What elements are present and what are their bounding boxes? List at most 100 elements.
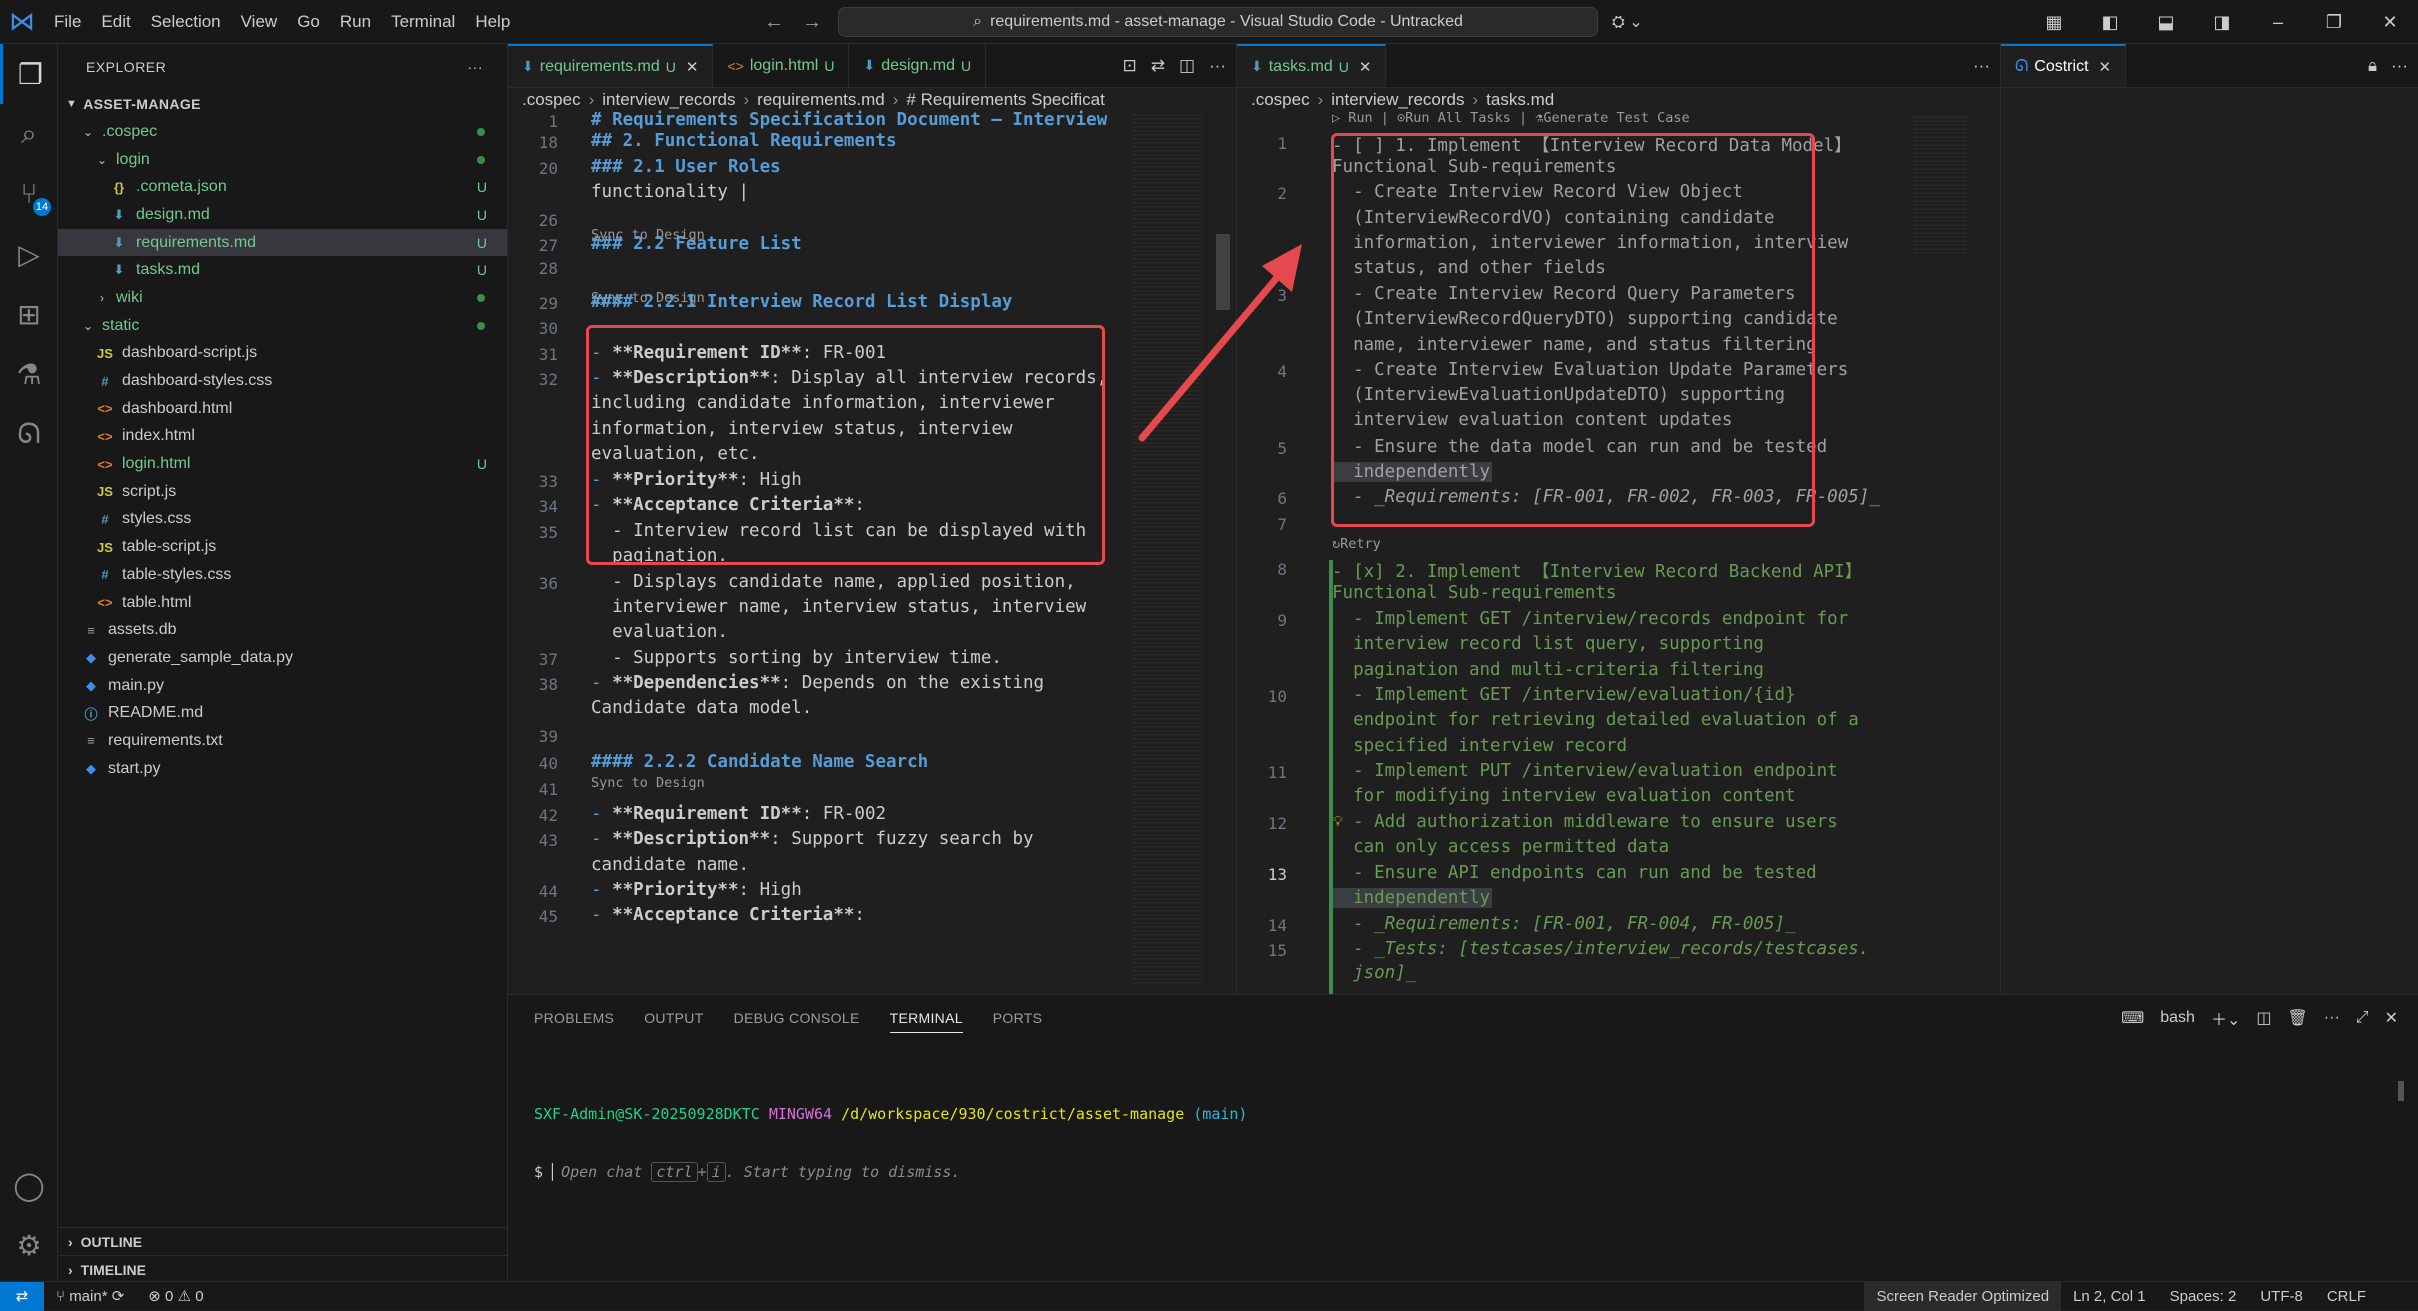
testing-icon[interactable]: ⚗ xyxy=(0,344,58,404)
outline-section[interactable]: › OUTLINE xyxy=(58,1227,508,1255)
source-control-icon[interactable]: ⑂ 14 xyxy=(0,164,58,224)
tree-item-static[interactable]: ⌄ static xyxy=(58,312,507,340)
menu-selection[interactable]: Selection xyxy=(141,0,231,44)
tasks-editor[interactable]: 1 - [ ] 1. Implement 【Interview Record Da… xyxy=(1237,110,2000,1000)
new-terminal-icon[interactable]: ＋⌄ xyxy=(2211,1006,2240,1030)
costrict-icon[interactable]: ᘏ xyxy=(0,404,58,464)
close-icon[interactable]: ✕ xyxy=(2099,58,2112,76)
tree-item-start-py[interactable]: ◆ start.py xyxy=(58,755,507,783)
breadcrumb-item[interactable]: .cospec xyxy=(522,90,581,110)
screen-reader-status[interactable]: Screen Reader Optimized xyxy=(1864,1281,2062,1311)
tree-item-dashboard-styles-css[interactable]: # dashboard-styles.css xyxy=(58,367,507,395)
toggle-panel-icon[interactable]: ⬓ xyxy=(2138,12,2194,33)
codelens-action[interactable]: ⊙Run All Tasks xyxy=(1397,110,1511,126)
close-window-icon[interactable]: ✕ xyxy=(2362,12,2418,33)
tree-item-script-js[interactable]: JS script.js xyxy=(58,478,507,506)
tree-item-tasks-md[interactable]: ⬇ tasks.md U xyxy=(58,256,507,284)
lock-icon[interactable]: 🔒︎ xyxy=(2368,56,2377,76)
remote-icon[interactable]: ⇄ xyxy=(0,1281,44,1311)
tab-terminal[interactable]: TERMINAL xyxy=(889,1004,963,1033)
extensions-icon[interactable]: ⊞ xyxy=(0,284,58,344)
cursor-position[interactable]: Ln 2, Col 1 xyxy=(2061,1288,2158,1305)
close-icon[interactable]: ✕ xyxy=(1359,58,1372,76)
explorer-icon[interactable]: ❐ xyxy=(0,44,58,104)
search-icon[interactable]: ⌕ xyxy=(0,104,58,164)
timeline-section[interactable]: › TIMELINE xyxy=(58,1255,508,1283)
tab-ports[interactable]: PORTS xyxy=(993,1004,1042,1032)
breadcrumb-item[interactable]: interview_records xyxy=(602,90,735,110)
tab-design-md[interactable]: ⬇ design.md U xyxy=(849,44,987,87)
forward-arrow-icon[interactable]: → xyxy=(802,11,822,34)
tree-item-login[interactable]: ⌄ login xyxy=(58,146,507,174)
settings-gear-icon[interactable]: ⚙ xyxy=(0,1215,58,1275)
menu-go[interactable]: Go xyxy=(287,0,330,44)
back-arrow-icon[interactable]: ← xyxy=(764,11,784,34)
tree-item-design-md[interactable]: ⬇ design.md U xyxy=(58,201,507,229)
layout-customize-icon[interactable]: ▦ xyxy=(2026,12,2082,33)
tree-item-requirements-md[interactable]: ⬇ requirements.md U xyxy=(58,228,507,257)
tab-output[interactable]: OUTPUT xyxy=(644,1004,703,1032)
tree-item-assets-db[interactable]: ≡ assets.db xyxy=(58,616,507,644)
menu-help[interactable]: Help xyxy=(465,0,520,44)
trash-icon[interactable]: 🗑︎ xyxy=(2287,1008,2307,1028)
split-editor-icon[interactable]: ◫ xyxy=(1179,56,1195,76)
more-actions-icon[interactable]: ··· xyxy=(2324,1009,2340,1027)
tree-item-generate-sample-data-py[interactable]: ◆ generate_sample_data.py xyxy=(58,644,507,672)
more-actions-icon[interactable]: ··· xyxy=(2391,56,2408,76)
minimap[interactable] xyxy=(1913,116,1967,256)
tree-item-dashboard-script-js[interactable]: JS dashboard-script.js xyxy=(58,340,507,368)
codelens-sync-to-design[interactable]: Sync to Design xyxy=(591,227,705,243)
indentation[interactable]: Spaces: 2 xyxy=(2158,1288,2249,1305)
tree-item-wiki[interactable]: › wiki xyxy=(58,284,507,312)
breadcrumb-item[interactable]: # Requirements Specificat xyxy=(906,90,1104,110)
close-icon[interactable]: ✕ xyxy=(686,58,699,76)
tab-login-html[interactable]: <> login.html U xyxy=(713,44,850,87)
minimize-icon[interactable]: – xyxy=(2250,12,2306,33)
codelens-action[interactable]: ▷ Run xyxy=(1332,110,1373,126)
tree-item-table-html[interactable]: <> table.html xyxy=(58,589,507,617)
tree-item-readme-md[interactable]: ⓘ README.md xyxy=(58,699,507,727)
tree-item--cospec[interactable]: ⌄ .cospec xyxy=(58,118,507,146)
tree-item-login-html[interactable]: <> login.html U xyxy=(58,450,507,478)
requirements-editor[interactable]: 1 # Requirements Specification Document –… xyxy=(508,110,1236,994)
more-actions-icon[interactable]: ··· xyxy=(468,59,484,75)
tab-problems[interactable]: PROBLEMS xyxy=(534,1004,614,1032)
shell-name[interactable]: bash xyxy=(2160,1009,2195,1027)
copilot-icon[interactable]: ⛭ ⌄ xyxy=(1612,0,1643,44)
tree-item--cometa-json[interactable]: {} .cometa.json U xyxy=(58,173,507,201)
tree-item-requirements-txt[interactable]: ≡ requirements.txt xyxy=(58,727,507,755)
tree-item-styles-css[interactable]: # styles.css xyxy=(58,506,507,534)
codelens-action[interactable]: ⚗Generate Test Case xyxy=(1535,110,1689,126)
split-terminal-icon[interactable]: ◫ xyxy=(2256,1008,2271,1028)
workspace-root[interactable]: ▼ ASSET-MANAGE xyxy=(58,90,507,118)
toggle-sidebar-icon[interactable]: ◧ xyxy=(2082,12,2138,33)
menu-file[interactable]: File xyxy=(44,0,91,44)
tree-item-main-py[interactable]: ◆ main.py xyxy=(58,672,507,700)
retry-codelens[interactable]: ↻Retry xyxy=(1332,536,1381,552)
codelens-sync-to-design[interactable]: Sync to Design xyxy=(591,290,705,306)
close-panel-icon[interactable]: ✕ xyxy=(2385,1008,2398,1028)
open-preview-icon[interactable]: ⊡ xyxy=(1122,56,1136,76)
tree-item-table-styles-css[interactable]: # table-styles.css xyxy=(58,561,507,589)
tree-item-index-html[interactable]: <> index.html xyxy=(58,423,507,451)
breadcrumb-item[interactable]: tasks.md xyxy=(1486,90,1554,110)
tree-item-dashboard-html[interactable]: <> dashboard.html xyxy=(58,395,507,423)
restore-icon[interactable]: ❐ xyxy=(2306,12,2362,33)
toggle-secondary-sidebar-icon[interactable]: ◨ xyxy=(2194,12,2250,33)
branch-indicator[interactable]: ⑂ main* ⟳ xyxy=(44,1287,136,1305)
tree-item-table-script-js[interactable]: JS table-script.js xyxy=(58,533,507,561)
maximize-panel-icon[interactable]: ⤢ xyxy=(2356,1009,2369,1027)
menu-run[interactable]: Run xyxy=(330,0,381,44)
codelens-sync-to-design[interactable]: Sync to Design xyxy=(591,775,705,791)
tab-requirements-md[interactable]: ⬇ requirements.md U ✕ xyxy=(508,44,714,87)
line-endings[interactable]: CRLF xyxy=(2315,1288,2378,1305)
more-actions-icon[interactable]: ··· xyxy=(1209,56,1226,76)
more-actions-icon[interactable]: ··· xyxy=(1973,56,1990,76)
tab-debug-console[interactable]: DEBUG CONSOLE xyxy=(734,1004,860,1032)
tab-costrict[interactable]: ᘏ Costrict ✕ xyxy=(2001,44,2127,87)
run-debug-icon[interactable]: ▷ xyxy=(0,224,58,284)
minimap[interactable] xyxy=(1132,114,1202,984)
menu-terminal[interactable]: Terminal xyxy=(381,0,465,44)
menu-edit[interactable]: Edit xyxy=(91,0,140,44)
breadcrumb-item[interactable]: interview_records xyxy=(1331,90,1464,110)
